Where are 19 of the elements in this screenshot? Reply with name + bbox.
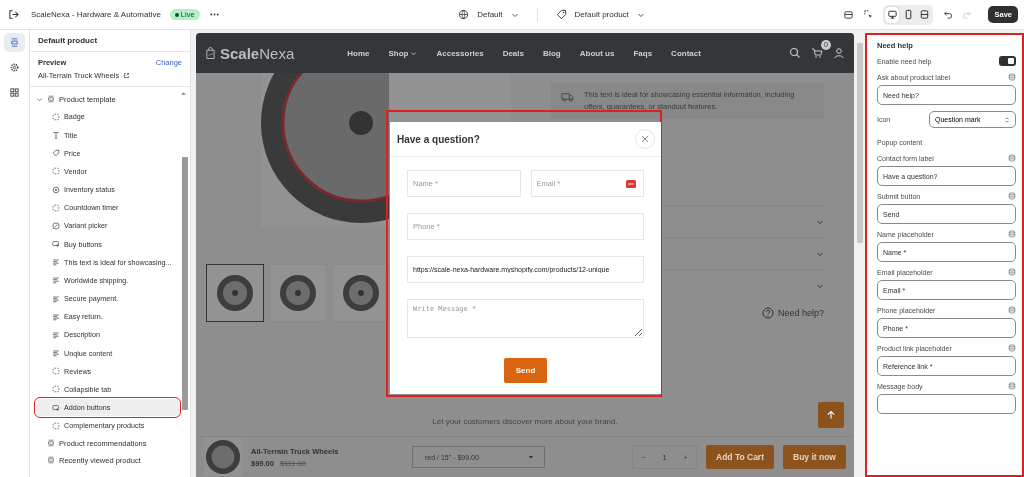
store-name: ScaleNexa - Hardware & Automative bbox=[31, 10, 161, 19]
brand-text: Let your customers discover more about your brand. bbox=[431, 417, 619, 426]
theme-select[interactable]: Default bbox=[458, 9, 519, 20]
dialog-title: Have a question? bbox=[397, 133, 480, 145]
need-help-link[interactable]: Need help? bbox=[761, 307, 824, 319]
template-select[interactable]: Default product bbox=[555, 9, 645, 20]
store-logo[interactable]: ScaleNexa bbox=[220, 44, 295, 62]
nav-link[interactable]: Contact bbox=[671, 48, 701, 58]
nav-link[interactable]: Home bbox=[347, 48, 370, 58]
buy-now-button[interactable]: Buy it now bbox=[783, 445, 846, 469]
sidebar-title: Default product bbox=[30, 30, 190, 52]
nav-link[interactable]: Faqs bbox=[633, 48, 653, 58]
nav-link[interactable]: Accessories bbox=[436, 48, 484, 58]
nav-link[interactable]: Deals bbox=[502, 48, 524, 58]
send-button[interactable]: Send bbox=[503, 358, 548, 383]
nav-link[interactable]: Blog bbox=[543, 48, 561, 58]
nav-link[interactable]: About us bbox=[579, 48, 615, 58]
nav-link[interactable]: Shop bbox=[388, 48, 418, 58]
add-to-cart-button[interactable]: Add To Cart bbox=[706, 445, 774, 469]
